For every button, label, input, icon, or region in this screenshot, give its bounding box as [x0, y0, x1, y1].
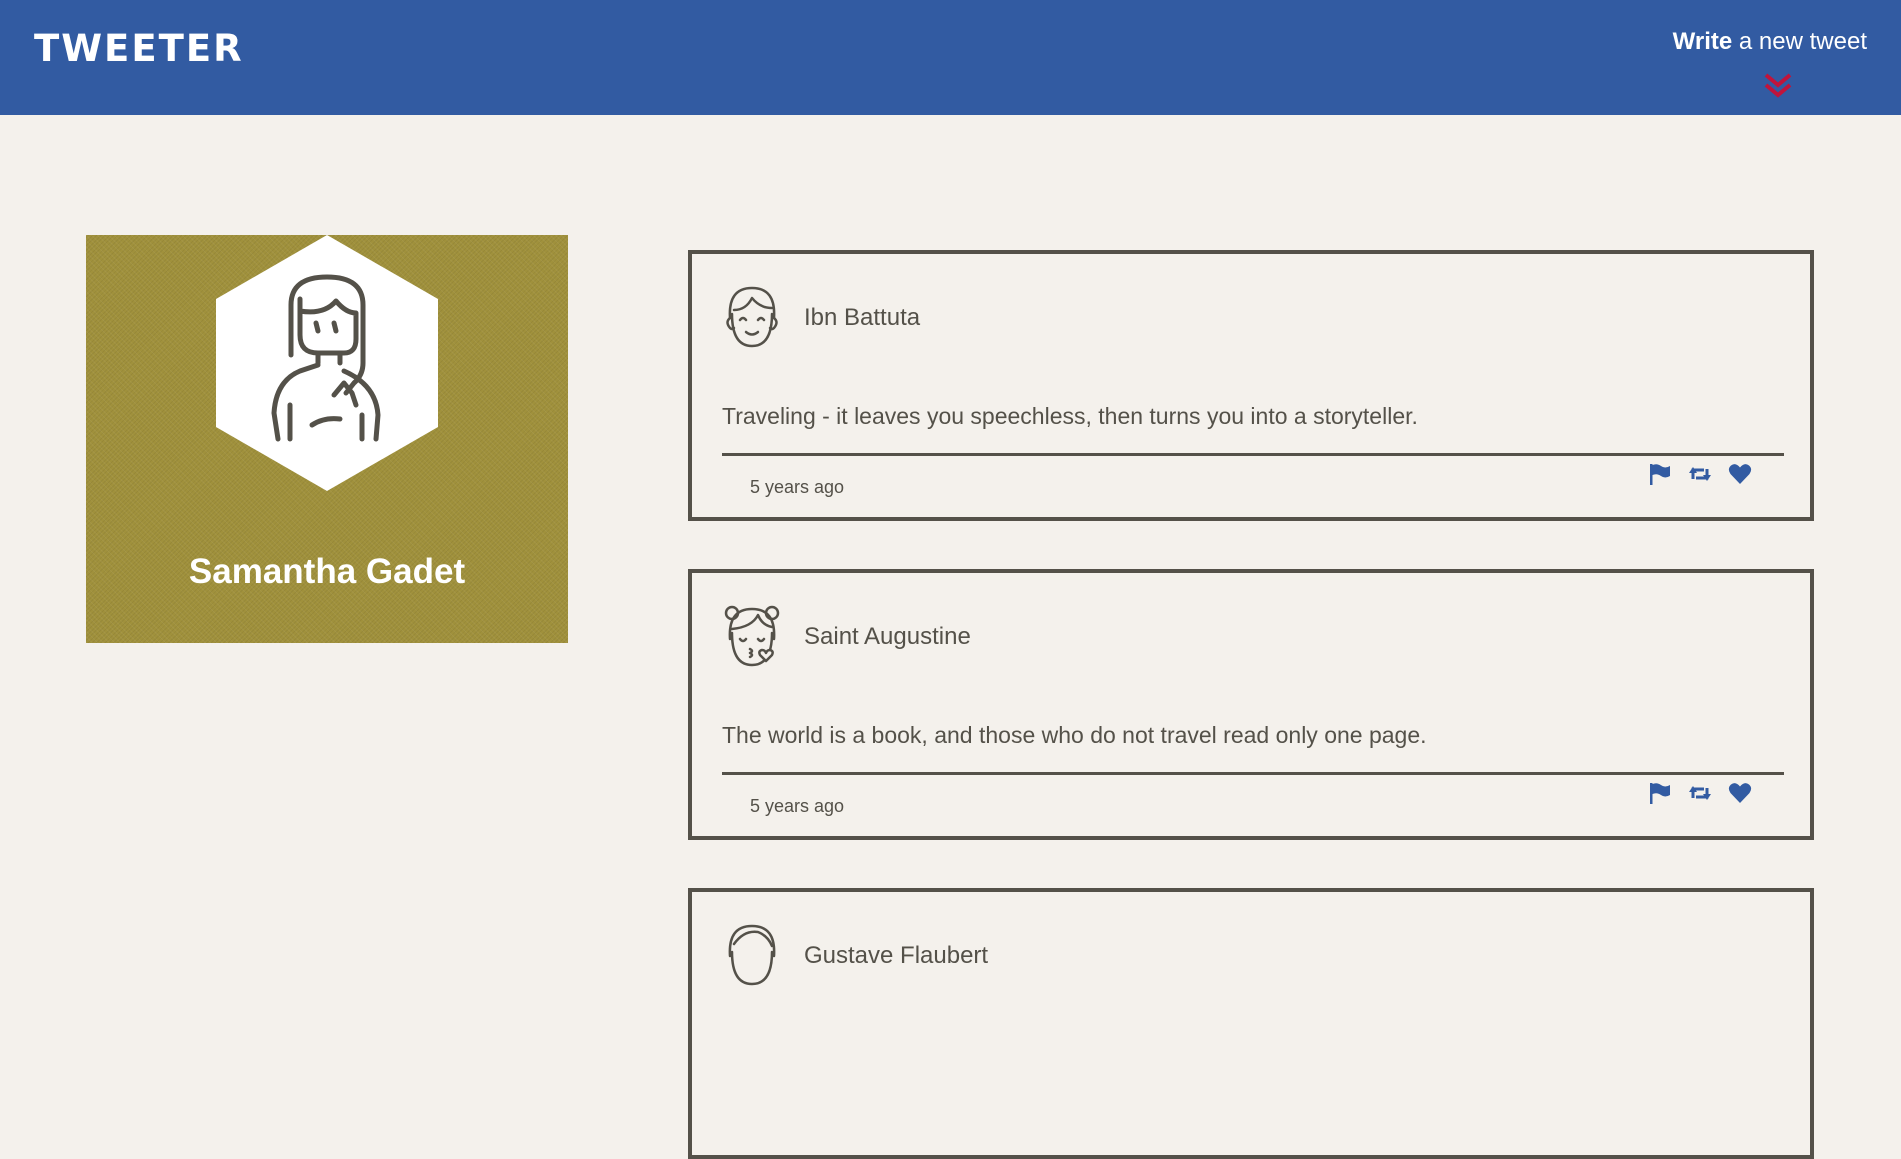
retweet-icon[interactable] [1688, 782, 1712, 804]
tweet-author[interactable]: Saint Augustine [804, 623, 971, 651]
write-rest: a new tweet [1732, 28, 1867, 55]
brand-logo[interactable]: TWEETER [34, 30, 244, 67]
tweet-actions [1648, 782, 1752, 804]
double-chevron-down-icon[interactable] [1763, 72, 1793, 100]
write-tweet-toggle[interactable]: Write a new tweet [1673, 28, 1867, 56]
man-avatar-icon [726, 286, 778, 348]
tweet-content: Traveling - it leaves you speechless, th… [722, 403, 1418, 429]
kissing-girl-avatar-icon [724, 605, 780, 667]
tweet-card: Ibn Battuta Traveling - it leaves you sp… [688, 250, 1814, 521]
profile-avatar [216, 235, 438, 491]
write-word: Write [1672, 28, 1733, 55]
profile-name: Samantha Gadet [86, 552, 568, 592]
tweet-card: Saint Augustine The world is a book, and… [688, 569, 1814, 840]
tweet-content: The world is a book, and those who do no… [722, 722, 1427, 748]
flag-icon[interactable] [1648, 463, 1672, 485]
tweet-divider [722, 772, 1784, 775]
tweet-card: Gustave Flaubert [688, 888, 1814, 1159]
profile-card: Samantha Gadet [86, 235, 568, 643]
man-avatar-icon [728, 924, 776, 986]
profile-last-name: Gadet [365, 552, 466, 591]
tweet-timestamp: 5 years ago [750, 796, 845, 816]
tweet-actions [1648, 463, 1752, 485]
heart-icon[interactable] [1728, 782, 1752, 804]
retweet-icon[interactable] [1688, 463, 1712, 485]
flag-icon[interactable] [1648, 782, 1672, 804]
tweet-author[interactable]: Ibn Battuta [804, 304, 920, 332]
tweet-author[interactable]: Gustave Flaubert [804, 942, 988, 970]
profile-first-name: Samantha [188, 552, 357, 591]
heart-icon[interactable] [1728, 463, 1752, 485]
tweet-timestamp: 5 years ago [750, 477, 845, 497]
top-nav: TWEETER Write a new tweet [0, 0, 1901, 115]
tweet-divider [722, 453, 1784, 456]
